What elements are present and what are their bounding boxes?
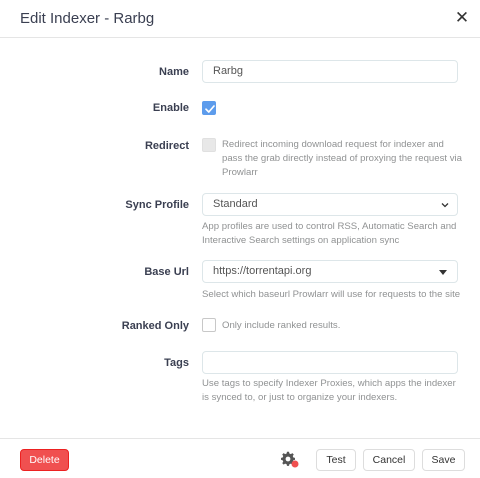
sync-profile-value: Standard (213, 198, 258, 210)
modal-header: Edit Indexer - Rarbg ✕ (0, 0, 480, 38)
checkmark-icon (205, 105, 215, 113)
chevron-down-icon (441, 203, 449, 208)
tags-help: Use tags to specify Indexer Proxies, whi… (202, 378, 456, 403)
advanced-settings-button[interactable] (280, 451, 300, 469)
name-label: Name (159, 66, 189, 78)
redirect-help: Redirect incoming download request for i… (222, 139, 462, 178)
cancel-button[interactable]: Cancel (363, 449, 415, 471)
caret-down-icon (439, 270, 447, 275)
sync-profile-help: App profiles are used to control RSS, Au… (202, 221, 457, 246)
ranked-only-help: Only include ranked results. (222, 320, 341, 331)
enable-label: Enable (152, 102, 189, 114)
save-button[interactable]: Save (422, 449, 465, 471)
tags-label: Tags (164, 357, 189, 369)
ranked-only-label: Ranked Only (121, 320, 189, 332)
name-input[interactable]: Rarbg (202, 60, 458, 83)
close-icon[interactable]: ✕ (454, 9, 470, 27)
base-url-dropdown[interactable]: https://torrentapi.org (202, 260, 458, 283)
base-url-label: Base Url (144, 266, 189, 278)
base-url-help: Select which baseurl Prowlarr will use f… (202, 289, 461, 300)
warning-dot-icon (291, 460, 299, 468)
modal-title: Edit Indexer - Rarbg (20, 10, 155, 27)
sync-profile-select[interactable]: Standard (202, 193, 458, 216)
test-button[interactable]: Test (316, 449, 356, 471)
tags-input[interactable] (202, 351, 458, 374)
sync-profile-label: Sync Profile (125, 199, 189, 211)
base-url-value: https://torrentapi.org (213, 265, 312, 277)
redirect-checkbox[interactable] (202, 138, 216, 152)
delete-button[interactable]: Delete (20, 449, 69, 471)
ranked-only-checkbox[interactable] (202, 318, 216, 332)
gear-icon (281, 451, 299, 468)
enable-checkbox[interactable] (202, 101, 216, 115)
redirect-label: Redirect (144, 140, 189, 152)
